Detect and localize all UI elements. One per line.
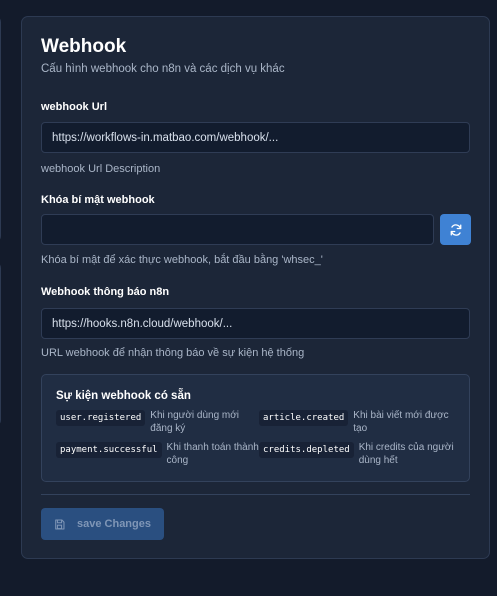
- webhook-url-help: webhook Url Description: [41, 163, 161, 175]
- webhook-url-label: webhook Url: [41, 101, 108, 113]
- divider: [41, 494, 470, 495]
- card-subtitle: Cấu hình webhook cho n8n và các dịch vụ …: [41, 63, 285, 75]
- save-changes-label: save Changes: [77, 518, 151, 530]
- left-panel-edge-top: [0, 16, 1, 242]
- available-events-box: Sự kiện webhook có sẵn user.registered K…: [41, 374, 470, 482]
- event-item: credits.depleted Khi credits của người dù…: [259, 441, 454, 467]
- event-item: user.registered Khi người dùng mới đăng k…: [56, 409, 239, 435]
- secret-help: Khóa bí mật để xác thực webhook, bắt đầu…: [41, 254, 323, 266]
- notify-url-help: URL webhook để nhận thông báo về sự kiện…: [41, 347, 305, 359]
- event-item: article.created Khi bài viết mới được tạo: [259, 409, 449, 435]
- secret-input[interactable]: [41, 214, 434, 245]
- refresh-icon: [450, 223, 461, 236]
- save-changes-button[interactable]: save Changes: [41, 508, 164, 540]
- event-description: Khi người dùng mới đăng ký: [150, 410, 240, 434]
- event-item: payment.successful Khi thanh toán thành c…: [56, 441, 259, 467]
- regenerate-secret-button[interactable]: [440, 214, 471, 245]
- event-description: Khi thanh toán thành công: [166, 442, 259, 466]
- event-code: article.created: [259, 410, 349, 426]
- page: Webhook Cấu hình webhook cho n8n và các …: [0, 0, 497, 596]
- notify-url-input[interactable]: [41, 308, 470, 339]
- event-code: credits.depleted: [259, 442, 354, 458]
- left-panel-edge-bottom: [0, 262, 1, 426]
- event-description: Khi bài viết mới được tạo: [353, 410, 449, 434]
- event-description: Khi credits của người dùng hết: [358, 442, 454, 466]
- card-title: Webhook: [41, 36, 127, 57]
- secret-label: Khóa bí mật webhook: [41, 194, 155, 206]
- event-code: payment.successful: [56, 442, 162, 458]
- notify-url-label: Webhook thông báo n8n: [41, 286, 170, 298]
- events-title: Sự kiện webhook có sẵn: [56, 390, 191, 402]
- save-icon: [55, 519, 65, 529]
- event-code: user.registered: [56, 410, 146, 426]
- webhook-settings-card: Webhook Cấu hình webhook cho n8n và các …: [21, 16, 490, 559]
- webhook-url-input[interactable]: [41, 122, 470, 153]
